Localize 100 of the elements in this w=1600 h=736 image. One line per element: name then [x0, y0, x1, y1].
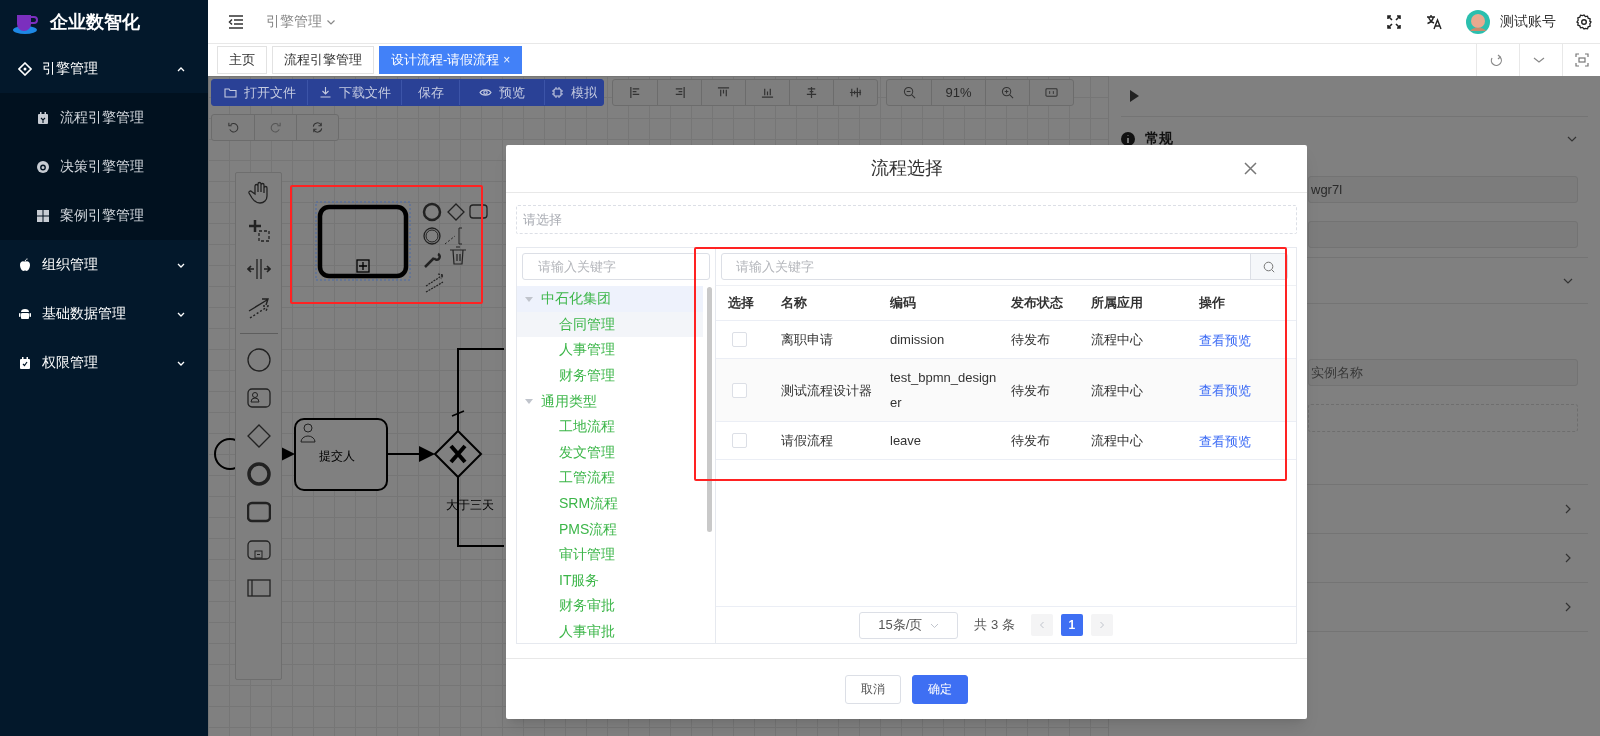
checkbox[interactable]: [732, 332, 747, 347]
preview-link[interactable]: 查看预览: [1199, 433, 1251, 449]
table-cell: 待发布: [1011, 433, 1050, 448]
table-cell: 待发布: [1011, 332, 1050, 347]
cancel-button[interactable]: 取消: [845, 674, 901, 704]
table-cell: 测试流程设计器: [781, 382, 872, 398]
redo-icon: [269, 121, 282, 134]
toolbar-button[interactable]: 模拟: [544, 80, 603, 105]
submenu-item[interactable]: 案例引擎管理: [0, 191, 208, 240]
page-button[interactable]: 1: [1060, 614, 1083, 636]
tree-node[interactable]: 中石化集团: [517, 286, 703, 312]
scrollbar[interactable]: [707, 287, 712, 532]
space-tool-icon[interactable]: [246, 257, 271, 281]
pool-icon[interactable]: [246, 576, 271, 600]
column-header: 编码: [889, 294, 917, 313]
table-cell: test_bpmn_designer: [890, 370, 997, 410]
input-field[interactable]: wgr7l: [1308, 176, 1578, 203]
submenu-item[interactable]: 流程引擎管理: [0, 93, 208, 142]
circle-icon[interactable]: [246, 348, 271, 372]
fit-screen-icon[interactable]: [1574, 53, 1589, 67]
select-field[interactable]: 请选择: [516, 205, 1297, 234]
column-header: 选择: [727, 294, 755, 313]
confirm-button[interactable]: 确定: [912, 674, 968, 704]
align-bottom-icon: [761, 86, 774, 99]
subprocess-icon[interactable]: [246, 538, 271, 562]
lasso-icon[interactable]: [246, 219, 271, 243]
connect-icon[interactable]: [246, 295, 271, 319]
tree-node[interactable]: 合同管理: [517, 311, 703, 338]
toolbar-button[interactable]: 下载文件: [307, 80, 401, 105]
folder-icon: [223, 86, 237, 99]
calendar-icon: [36, 110, 50, 125]
caret-down-icon: [525, 397, 533, 406]
column-header: 名称: [780, 294, 808, 313]
eye-icon: [479, 86, 492, 99]
menu-item[interactable]: 基础数据管理: [0, 289, 208, 338]
menu-fold-icon[interactable]: [228, 14, 244, 29]
caret-down-icon: [525, 294, 533, 303]
select-field[interactable]: [1308, 404, 1578, 432]
preview-link[interactable]: 查看预览: [1199, 383, 1251, 398]
toolbar-button[interactable]: 打开文件: [212, 80, 307, 105]
table-cell: 流程中心: [1091, 332, 1143, 347]
table-cell: 离职申请: [781, 332, 833, 347]
close-icon[interactable]: ×: [503, 51, 511, 69]
toolbar-button[interactable]: 保存: [401, 80, 459, 105]
close-icon[interactable]: [1244, 162, 1257, 175]
input-field[interactable]: 实例名称: [1308, 359, 1578, 386]
table-cell: 流程中心: [1091, 382, 1143, 398]
refresh-icon[interactable]: [1488, 53, 1503, 67]
column-header: 操作: [1198, 294, 1226, 313]
info-icon: [1121, 131, 1135, 146]
robot-icon: [18, 306, 32, 321]
circle-icon: [36, 159, 50, 174]
preview-link[interactable]: 查看预览: [1199, 332, 1251, 348]
dialog-title: 流程选择: [870, 157, 943, 180]
table-cell: dimission: [890, 332, 945, 347]
tab[interactable]: 流程引擎管理: [272, 46, 374, 74]
user-task-icon[interactable]: [246, 386, 271, 410]
task-icon[interactable]: [246, 500, 271, 524]
align-top-icon: [717, 86, 730, 99]
app-title: 企业数智化: [50, 10, 140, 34]
fit-icon: [1045, 86, 1058, 99]
menu-item[interactable]: 权限管理: [0, 338, 208, 387]
checkbox[interactable]: [732, 382, 747, 398]
checkbox[interactable]: [732, 433, 747, 448]
play-icon[interactable]: [1129, 90, 1139, 102]
avatar-icon[interactable]: [1466, 9, 1490, 34]
zoom-in-icon: [1001, 86, 1014, 99]
breadcrumb-dropdown[interactable]: 引擎管理: [266, 11, 336, 32]
search-icon[interactable]: [1263, 260, 1275, 273]
user-name[interactable]: 测试账号: [1500, 11, 1556, 32]
sequence-flow: [457, 476, 505, 547]
undo-icon: [226, 121, 240, 134]
menu-item[interactable]: 引擎管理: [0, 44, 208, 93]
align-right-icon: [673, 86, 686, 99]
tab[interactable]: 主页: [217, 46, 267, 74]
apple-icon: [18, 257, 32, 272]
total-count: 共 3 条: [974, 616, 1015, 635]
translate-icon[interactable]: [1426, 13, 1442, 30]
tab[interactable]: 设计流程-请假流程 ×: [379, 46, 523, 74]
table-cell: 待发布: [1011, 382, 1050, 398]
diamond-icon: [18, 61, 32, 76]
section-header[interactable]: 常规: [1121, 117, 1588, 160]
diamond-icon[interactable]: [246, 424, 271, 448]
toolbar-button[interactable]: 预览: [459, 80, 544, 105]
hand-icon[interactable]: [246, 181, 271, 205]
settings-icon[interactable]: [1576, 13, 1592, 30]
submenu-item[interactable]: 决策引擎管理: [0, 142, 208, 191]
chevron-right-icon: [1097, 621, 1106, 629]
menu-item[interactable]: 组织管理: [0, 240, 208, 289]
flow-label: 大于三天: [446, 497, 494, 514]
fullscreen-icon[interactable]: [1387, 14, 1401, 29]
chevron-left-icon: [1037, 621, 1046, 629]
zoom-level[interactable]: 91%: [931, 80, 985, 105]
column-header: 发布状态: [1010, 294, 1064, 313]
ring-icon[interactable]: [246, 462, 271, 486]
exclusive-gateway: [433, 429, 483, 479]
input-field[interactable]: [1308, 221, 1578, 248]
grid-icon: [36, 208, 50, 223]
align-left-icon: [628, 86, 642, 99]
page-size-select[interactable]: 15条/页: [859, 611, 959, 639]
